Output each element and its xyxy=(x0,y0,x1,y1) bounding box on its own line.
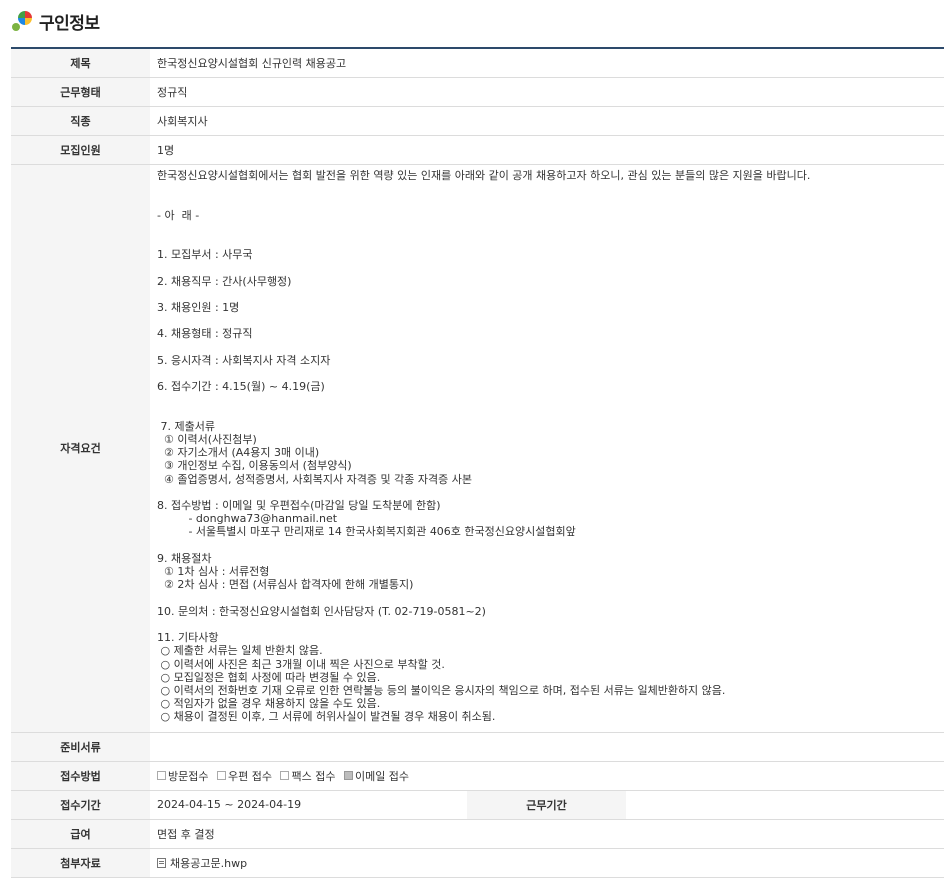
method-option-label: 우편 접수 xyxy=(227,769,272,783)
method-options: 방문접수 우편 접수 팩스 접수 이메일 접수 xyxy=(150,761,944,791)
job-label: 직종 xyxy=(11,106,150,136)
qualification-line: - 서울특별시 마포구 만리재로 14 한국사회복지회관 406호 한국정신요양… xyxy=(157,525,576,539)
qualification-line xyxy=(157,393,937,406)
qualification-line xyxy=(157,235,937,248)
documents-label: 준비서류 xyxy=(11,732,150,762)
qualification-line: ○ 채용이 결정된 이후, 그 서류에 허위사실이 발견될 경우 채용이 취소됨… xyxy=(157,710,496,724)
file-icon xyxy=(157,857,166,868)
qualification-line xyxy=(157,341,937,354)
qualification-line: 9. 채용절차 xyxy=(157,551,212,565)
qualification-line: - donghwa73@hanmail.net xyxy=(157,512,338,526)
row-documents: 준비서류 xyxy=(11,732,944,762)
checkbox-icon[interactable] xyxy=(216,771,226,781)
attachment-link[interactable]: 채용공고문.hwp xyxy=(170,857,247,870)
qualification-line xyxy=(157,288,937,301)
qualification-line: 6. 접수기간 : 4.15(월) ~ 4.19(금) xyxy=(157,380,325,394)
qualification-line: 한국정신요양시설협회에서는 협회 발전을 위한 역량 있는 인재를 아래와 같이… xyxy=(157,169,811,182)
qualification-label: 자격요건 xyxy=(11,164,150,733)
qualification-line xyxy=(157,314,937,327)
qualification-line: ○ 적임자가 없을 경우 채용하지 않을 수도 있음. xyxy=(157,697,381,711)
qualification-line: ② 2차 심사 : 면접 (서류심사 합격자에 한해 개별통지) xyxy=(157,578,414,592)
row-period: 접수기간 2024-04-15 ~ 2024-04-19 근무기간 xyxy=(11,790,944,820)
row-title: 제목 한국정신요양시설협회 신규인력 채용공고 xyxy=(11,48,944,78)
qualification-line: ① 1차 심사 : 서류전형 xyxy=(157,565,270,579)
method-option-label: 팩스 접수 xyxy=(291,769,336,783)
worktype-label: 근무형태 xyxy=(11,77,150,107)
qualification-line: - 아 래 - xyxy=(157,208,200,222)
qualification-line: 4. 채용형태 : 정규직 xyxy=(157,327,253,341)
attachment-value: 채용공고문.hwp xyxy=(150,848,944,878)
salary-label: 급여 xyxy=(11,819,150,849)
qualification-line xyxy=(157,486,937,499)
qualification-line xyxy=(157,222,937,235)
qualification-line: 11. 기타사항 xyxy=(157,631,219,645)
checkbox-checked-icon[interactable] xyxy=(343,771,353,781)
qualification-line: 7. 제출서류 xyxy=(157,419,215,433)
qualification-content: 한국정신요양시설협회에서는 협회 발전을 위한 역량 있는 인재를 아래와 같이… xyxy=(150,164,944,733)
method-option-fax[interactable]: 팩스 접수 xyxy=(280,770,335,783)
row-attachment: 첨부자료 채용공고문.hwp xyxy=(11,848,944,878)
qualification-line: ④ 졸업증명서, 성적증명서, 사회복지사 자격증 및 각종 자격증 사본 xyxy=(157,472,472,486)
page-title: 구인정보 xyxy=(39,13,100,34)
row-qualification: 자격요건 한국정신요양시설협회에서는 협회 발전을 위한 역량 있는 인재를 아… xyxy=(11,164,944,733)
method-option-label: 이메일 접수 xyxy=(354,769,410,783)
method-label: 접수방법 xyxy=(11,761,150,791)
qualification-line xyxy=(157,367,937,380)
qualification-line: 1. 모집부서 : 사무국 xyxy=(157,248,253,262)
row-worktype: 근무형태 정규직 xyxy=(11,77,944,107)
headcount-label: 모집인원 xyxy=(11,135,150,165)
title-value: 한국정신요양시설협회 신규인력 채용공고 xyxy=(150,48,944,78)
row-method: 접수방법 방문접수 우편 접수 팩스 접수 이메일 접수 xyxy=(11,761,944,791)
worktype-value: 정규직 xyxy=(150,77,944,107)
qualification-line: ○ 제출한 서류는 일체 반환치 않음. xyxy=(157,644,323,658)
qualification-line: ③ 개인정보 수집, 이용동의서 (첨부양식) xyxy=(157,459,352,473)
qualification-line: 8. 접수방법 : 이메일 및 우편접수(마감일 당일 도착분에 한함) xyxy=(157,499,441,513)
qualification-line: 2. 채용직무 : 간사(사무행정) xyxy=(157,274,292,288)
workperiod-value xyxy=(626,790,944,820)
page-header: 구인정보 xyxy=(11,8,100,34)
qualification-line: 10. 문의처 : 한국정신요양시설협회 인사담당자 (T. 02-719-05… xyxy=(157,604,486,618)
qualification-line xyxy=(157,182,937,195)
logo-icon xyxy=(11,10,33,32)
method-option-email[interactable]: 이메일 접수 xyxy=(343,769,410,783)
qualification-line: ○ 이력서에 사진은 최근 3개월 이내 찍은 사진으로 부착할 것. xyxy=(157,657,445,671)
qualification-line xyxy=(157,407,937,420)
salary-value: 면접 후 결정 xyxy=(150,819,944,849)
checkbox-icon[interactable] xyxy=(280,771,290,781)
period-label: 접수기간 xyxy=(11,790,150,820)
row-job: 직종 사회복지사 xyxy=(11,106,944,136)
qualification-text: 한국정신요양시설협회에서는 협회 발전을 위한 역량 있는 인재를 아래와 같이… xyxy=(157,169,937,724)
qualification-line: 3. 채용인원 : 1명 xyxy=(157,301,240,315)
headcount-value: 1명 xyxy=(150,135,944,165)
title-label: 제목 xyxy=(11,48,150,78)
qualification-line xyxy=(157,592,937,605)
qualification-line: 5. 응시자격 : 사회복지사 자격 소지자 xyxy=(157,353,331,367)
qualification-line: ① 이력서(사진첨부) xyxy=(157,433,257,447)
qualification-line xyxy=(157,539,937,552)
period-value: 2024-04-15 ~ 2024-04-19 xyxy=(150,790,467,820)
qualification-line: ○ 모집일정은 협회 사정에 따라 변경될 수 있음. xyxy=(157,670,381,684)
job-info-table: 제목 한국정신요양시설협회 신규인력 채용공고 근무형태 정규직 직종 사회복지… xyxy=(11,47,944,878)
method-option-label: 방문접수 xyxy=(168,769,209,783)
checkbox-icon[interactable] xyxy=(157,771,166,781)
method-option-visit[interactable]: 방문접수 xyxy=(157,770,208,783)
qualification-line xyxy=(157,261,937,274)
attachment-label: 첨부자료 xyxy=(11,848,150,878)
qualification-line: ② 자기소개서 (A4용지 3매 이내) xyxy=(157,446,320,460)
qualification-line xyxy=(157,618,937,631)
qualification-line xyxy=(157,195,937,208)
row-salary: 급여 면접 후 결정 xyxy=(11,819,944,849)
method-option-mail[interactable]: 우편 접수 xyxy=(216,769,272,783)
job-value: 사회복지사 xyxy=(150,106,944,136)
documents-value xyxy=(150,732,944,762)
row-headcount: 모집인원 1명 xyxy=(11,135,944,165)
workperiod-label: 근무기간 xyxy=(467,790,626,820)
qualification-line: ○ 이력서의 전화번호 기재 오류로 인한 연락불능 등의 불이익은 응시자의 … xyxy=(157,683,726,697)
